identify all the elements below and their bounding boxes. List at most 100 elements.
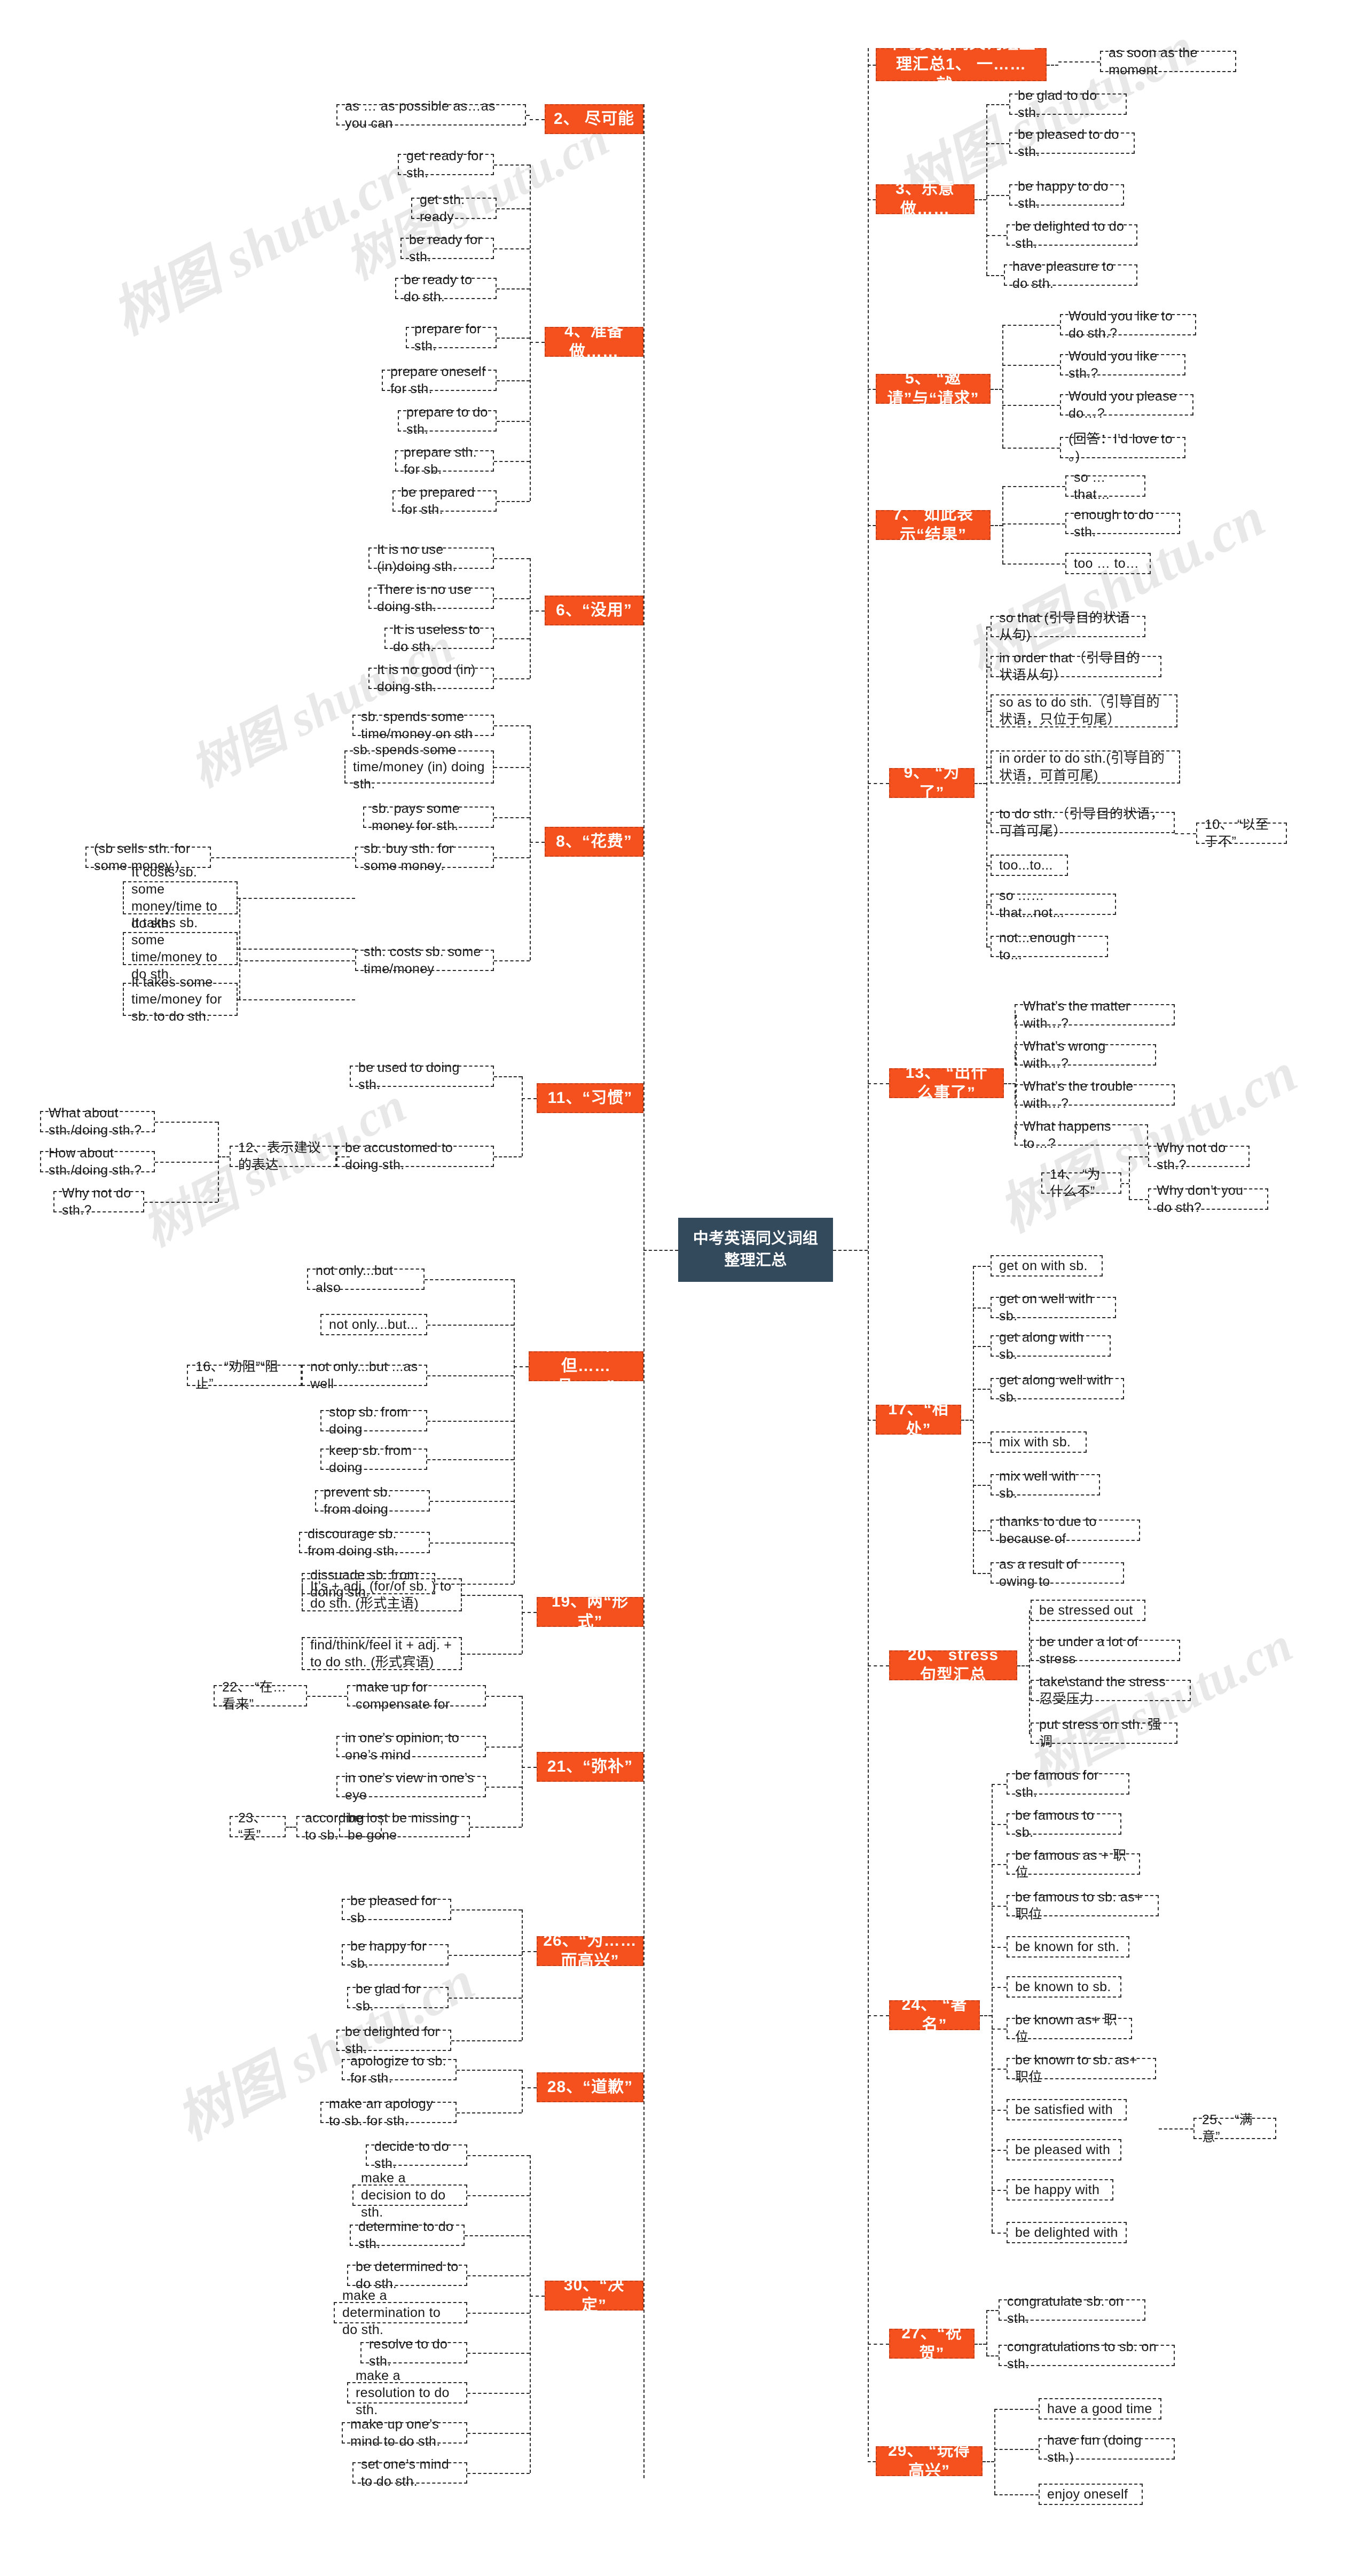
leaf-node-t30-5[interactable]: resolve to do sth. xyxy=(360,2337,467,2369)
leaf-node-r9-2[interactable]: so as to do sth.（引导目的状语，只位于句尾） xyxy=(991,694,1177,727)
topic-node-r3[interactable]: 3、乐意做…… xyxy=(876,180,975,218)
leaf-node-r29-0[interactable]: have a good time xyxy=(1039,2398,1161,2420)
leaf-node-r5-1[interactable]: Would you like sth.? xyxy=(1060,349,1185,381)
subtopic-node-sCost1[interactable]: It costs sb. some money/time to do sth. xyxy=(123,865,238,931)
leaf-node-t4-3[interactable]: be ready to do sth. xyxy=(395,272,497,304)
leaf-node-r9-5[interactable]: too...to... xyxy=(991,855,1068,876)
leaf-node-t8-0[interactable]: sb. spends some time/money on sth xyxy=(352,709,494,741)
leaf-node-r24-7[interactable]: be known to sb. as+ 职位 xyxy=(1007,2053,1156,2085)
leaf-node-t30-7[interactable]: make up one’s mind to do sth. xyxy=(342,2417,467,2449)
leaf-node-t21-2[interactable]: in one’s view in one’s eye xyxy=(336,1771,486,1803)
leaf-node-t26-2[interactable]: be glad for sb. xyxy=(347,1982,449,2014)
leaf-node-r13-0[interactable]: What’s the matter with…? xyxy=(1015,999,1175,1031)
leaf-node-t11-1[interactable]: be accustomed to doing sth. xyxy=(336,1140,494,1172)
subtopic-node-rs25[interactable]: 25、 “满意” xyxy=(1193,2112,1276,2144)
leaf-node-t8-4[interactable]: sth. costs sb. some time/money xyxy=(355,944,494,976)
leaf-node-t6-2[interactable]: It is useless to do sth. xyxy=(384,622,494,654)
leaf-node-r24-8[interactable]: be satisfied with xyxy=(1007,2099,1127,2120)
topic-node-t21[interactable]: 21、“弥补” xyxy=(537,1752,643,1782)
topic-node-t11[interactable]: 11、“习惯” xyxy=(537,1083,643,1113)
leaf-node-r13-1[interactable]: What’s wrong with…? xyxy=(1015,1039,1156,1071)
leaf-node-t6-3[interactable]: It is no good (in) doing sth. xyxy=(368,662,494,694)
topic-node-r27[interactable]: 27、“祝贺” xyxy=(889,2324,975,2362)
leaf-node-rs14-1[interactable]: Why don’t you do sth? xyxy=(1148,1183,1268,1215)
subtopic-node-s22[interactable]: 22、 “在…看来” xyxy=(214,1680,307,1712)
leaf-node-r17-0[interactable]: get on with sb. xyxy=(991,1255,1103,1277)
leaf-node-r24-10[interactable]: be happy with xyxy=(1007,2179,1113,2201)
leaf-node-t26-0[interactable]: be pleased for sb xyxy=(342,1893,451,1925)
subtopic-node-rs14[interactable]: 14、 “为什么不” xyxy=(1041,1167,1121,1199)
leaf-node-r24-11[interactable]: be delighted with xyxy=(1007,2222,1127,2243)
leaf-node-s12-2[interactable]: Why not do sth.? xyxy=(53,1186,144,1218)
topic-node-r20[interactable]: 20、 stress 句型汇总 xyxy=(889,1646,1017,1684)
leaf-node-r17-2[interactable]: get along with sb. xyxy=(991,1330,1111,1362)
leaf-node-t6-1[interactable]: There is no use doing sth. xyxy=(368,582,494,614)
leaf-node-r3-3[interactable]: be delighted to do sth. xyxy=(1007,219,1137,251)
leaf-node-r20-3[interactable]: put stress on sth. 强调 xyxy=(1031,1717,1177,1749)
leaf-node-t15-3[interactable]: stop sb. from doing xyxy=(320,1405,427,1437)
leaf-node-r9-0[interactable]: so that (引导目的状语从句) xyxy=(991,610,1145,643)
leaf-node-r24-2[interactable]: be famous as + 职位 xyxy=(1007,1848,1140,1880)
leaf-node-t4-6[interactable]: prepare to do sth. xyxy=(398,405,497,437)
leaf-node-t30-3[interactable]: be determined to do sth. xyxy=(347,2259,467,2291)
leaf-node-r9-1[interactable]: in order that（引导目的状语从句） xyxy=(991,651,1161,683)
leaf-node-r7-2[interactable]: too … to… xyxy=(1065,553,1151,574)
leaf-node-t4-1[interactable]: get sth. ready xyxy=(411,192,497,224)
leaf-node-r20-2[interactable]: take\stand the stress 忍受压力 xyxy=(1031,1674,1191,1706)
topic-node-t6[interactable]: 6、“没用” xyxy=(545,596,643,625)
leaf-node-r9-4[interactable]: to do sth.（引导目的状语，可首可尾） xyxy=(991,807,1175,839)
topic-node-r5[interactable]: 5、 “邀请”与“请求” xyxy=(876,370,991,408)
leaf-node-t28-0[interactable]: apologize to sb. for sth. xyxy=(342,2054,457,2086)
leaf-node-r24-0[interactable]: be famous for sth. xyxy=(1007,1768,1129,1800)
leaf-node-t30-1[interactable]: make a decision to do sth. xyxy=(352,2171,467,2220)
leaf-node-t2-0[interactable]: as … as possible as…as you can xyxy=(336,99,526,131)
topic-node-r29[interactable]: 29、 “玩得高兴” xyxy=(876,2442,983,2480)
leaf-node-r1-0[interactable]: as soon as the moment xyxy=(1100,45,1236,77)
leaf-node-r13-3[interactable]: What happens to…? xyxy=(1015,1119,1148,1151)
leaf-node-t30-8[interactable]: set one’s mind to do sth. xyxy=(352,2457,467,2489)
leaf-node-r5-0[interactable]: Would you like to do sth.? xyxy=(1060,309,1196,341)
leaf-node-r7-0[interactable]: so …that… xyxy=(1065,470,1145,502)
subtopic-node-s23[interactable]: 23、 “丢” xyxy=(230,1811,286,1843)
leaf-node-r24-5[interactable]: be known to sb. xyxy=(1007,1976,1121,1998)
leaf-node-r9-6[interactable]: so …… that...not... xyxy=(991,888,1116,920)
leaf-node-t15-1[interactable]: not only...but... xyxy=(320,1314,427,1335)
topic-node-r7[interactable]: 7、 如此表示“结果” xyxy=(876,506,991,544)
topic-node-r24[interactable]: 24、 “著名” xyxy=(889,1996,980,2034)
leaf-node-r24-4[interactable]: be known for sth. xyxy=(1007,1936,1129,1958)
leaf-node-t30-2[interactable]: determine to do sth. xyxy=(350,2219,465,2251)
leaf-node-t26-3[interactable]: be delighted for sth. xyxy=(336,2024,451,2056)
leaf-node-t11-0[interactable]: be used to doing sth. xyxy=(350,1060,494,1092)
leaf-node-s12-0[interactable]: What about sth./doing sth.? xyxy=(40,1106,155,1138)
leaf-node-r5-2[interactable]: Would you please do…? xyxy=(1060,389,1193,421)
leaf-node-r5-3[interactable]: (回答：I’d love to 。) xyxy=(1060,432,1185,464)
topic-node-t8[interactable]: 8、“花费” xyxy=(545,827,643,857)
leaf-node-t4-4[interactable]: prepare for sth. xyxy=(406,322,497,354)
topic-node-r13[interactable]: 13、 “出什么事了” xyxy=(889,1064,1004,1102)
leaf-node-t19-1[interactable]: find/think/feel it + adj. + to do sth. (… xyxy=(302,1637,462,1670)
leaf-node-r17-4[interactable]: mix with sb. xyxy=(991,1431,1087,1453)
leaf-node-t8-3[interactable]: sb. buy sth. for some money. xyxy=(355,841,494,873)
leaf-node-r17-6[interactable]: thanks to due to because of xyxy=(991,1514,1140,1546)
topic-node-t28[interactable]: 28、“道歉” xyxy=(537,2072,643,2102)
leaf-node-r29-1[interactable]: have fun (doing sth.) xyxy=(1039,2433,1175,2465)
leaf-node-r27-0[interactable]: congratulate sb. on sth. xyxy=(999,2294,1145,2326)
leaf-node-t4-7[interactable]: prepare sth. for sb. xyxy=(395,445,494,477)
topic-node-t19[interactable]: 19、两“形式” xyxy=(537,1593,643,1631)
leaf-node-r3-2[interactable]: be happy to do sth. xyxy=(1009,179,1124,211)
leaf-node-t15-4[interactable]: keep sb. from doing xyxy=(320,1443,427,1475)
leaf-node-r27-1[interactable]: congratulations to sb. on sth. xyxy=(999,2339,1175,2371)
leaf-node-t8-1[interactable]: sb. spends some time/money (in) doing st… xyxy=(344,742,494,792)
leaf-node-t28-1[interactable]: make an apology to sb. for sth. xyxy=(320,2096,457,2128)
leaf-node-r24-9[interactable]: be pleased with xyxy=(1007,2139,1121,2160)
subtopic-node-s16[interactable]: 16、“劝阻”“阻止” xyxy=(187,1359,302,1391)
subtopic-node-rs10[interactable]: 10、 “以至于不” xyxy=(1196,817,1287,849)
leaf-node-t4-5[interactable]: prepare oneself for sth. xyxy=(382,364,497,396)
subtopic-node-sCost3[interactable]: It takes some time/money for sb. to do s… xyxy=(123,975,238,1024)
leaf-node-s23-0[interactable]: according to sb. xyxy=(296,1811,382,1843)
leaf-node-r13-2[interactable]: What’s the trouble with…? xyxy=(1015,1079,1175,1111)
leaf-node-t21-1[interactable]: in one’s opinion, to one’s mind xyxy=(336,1731,486,1763)
leaf-node-r17-1[interactable]: get on well with sb. xyxy=(991,1291,1116,1324)
leaf-node-r9-7[interactable]: not...enough to... xyxy=(991,930,1108,962)
leaf-node-rs14-0[interactable]: Why not do sth.? xyxy=(1148,1140,1250,1172)
